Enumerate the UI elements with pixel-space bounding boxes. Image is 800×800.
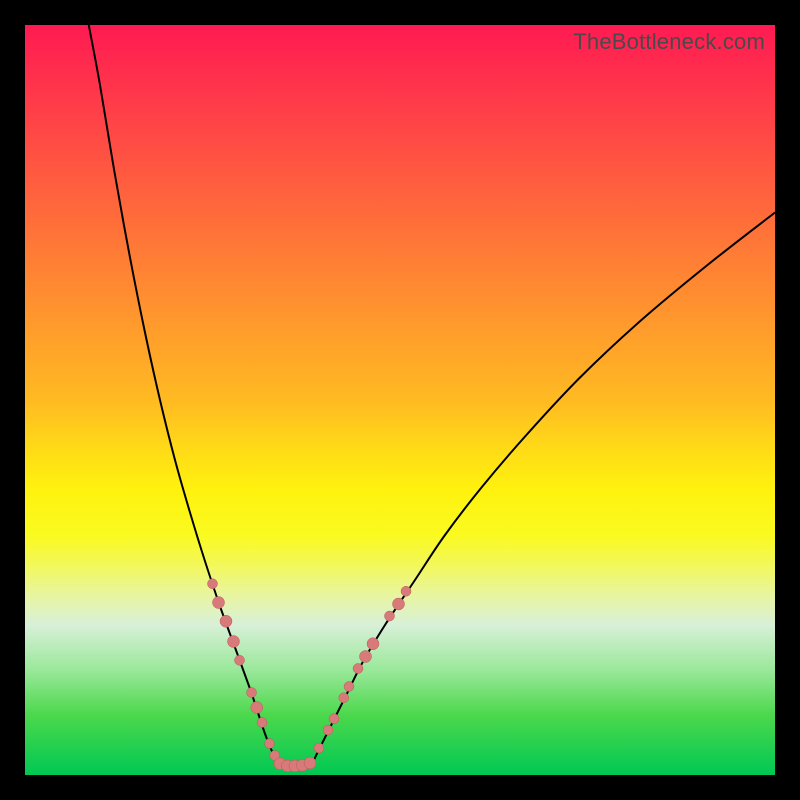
dots-group	[208, 579, 412, 772]
data-dot	[393, 598, 405, 610]
data-dot	[329, 714, 339, 724]
data-dot	[385, 611, 395, 621]
data-dot	[360, 651, 372, 663]
data-dot	[353, 664, 363, 674]
curve-left-curve	[89, 25, 278, 764]
data-dot	[208, 579, 218, 589]
data-dot	[257, 718, 267, 728]
data-dot	[235, 655, 245, 665]
data-dot	[304, 757, 316, 769]
data-dot	[228, 636, 240, 648]
data-dot	[265, 739, 275, 749]
data-dot	[247, 688, 257, 698]
data-dot	[367, 638, 379, 650]
data-dot	[213, 597, 225, 609]
data-dot	[344, 682, 354, 692]
curve-right-curve	[312, 213, 775, 764]
data-dot	[251, 702, 263, 714]
data-dot	[401, 586, 411, 596]
chart-area: TheBottleneck.com	[25, 25, 775, 775]
data-dot	[314, 743, 324, 753]
curves-group	[89, 25, 775, 767]
plot-svg	[25, 25, 775, 775]
data-dot	[339, 693, 349, 703]
data-dot	[323, 725, 333, 735]
data-dot	[220, 615, 232, 627]
